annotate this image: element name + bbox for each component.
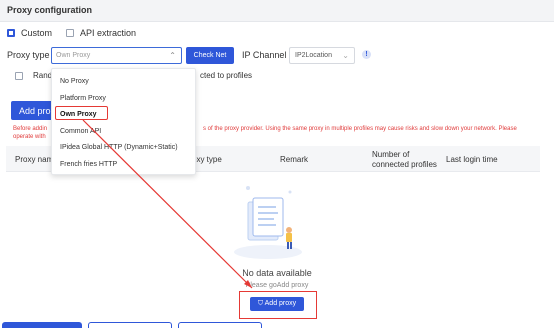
bottom-bar (0, 322, 554, 328)
random-checkbox[interactable] (15, 72, 23, 80)
empty-title: No data available (242, 268, 312, 278)
mode-selector: Custom API extraction (7, 27, 150, 39)
bottom-button-3[interactable] (178, 322, 262, 328)
highlight-add-proxy (239, 291, 317, 319)
chevron-down-icon: ⌄ (342, 51, 349, 60)
warning-line2: operate with (13, 134, 46, 140)
option-french-fries[interactable]: French fries HTTP (60, 161, 117, 168)
bottom-button-2[interactable] (88, 322, 172, 328)
custom-checkbox[interactable] (7, 29, 15, 37)
info-icon[interactable]: ! (362, 50, 371, 59)
ip-channel-value: IP2Location (295, 52, 332, 59)
random-label-start: Rand (33, 71, 53, 80)
option-ipidea-global[interactable]: IPidea Global HTTP (Dynamic+Static) (60, 144, 178, 151)
check-net-button[interactable]: Check Net (186, 47, 234, 64)
custom-option[interactable]: Custom (7, 28, 52, 38)
api-extraction-label: API extraction (80, 28, 137, 38)
option-common-api[interactable]: Common API (60, 128, 101, 135)
config-header: Proxy configuration (0, 0, 554, 22)
empty-hint: Please goAdd proxy (245, 282, 309, 289)
col-proxy-type: oxy type (192, 155, 222, 164)
bottom-button-1[interactable] (2, 322, 82, 328)
ip-channel-label: IP Channel (242, 50, 287, 60)
warning-line1-start: Before addin (13, 126, 48, 132)
proxy-type-select[interactable]: Own Proxy ⌃ (51, 47, 182, 64)
custom-label: Custom (21, 28, 53, 38)
random-label-end: cted to profiles (200, 71, 253, 80)
api-extraction-checkbox[interactable] (66, 29, 75, 37)
page-title: Proxy configuration (7, 5, 93, 15)
proxy-type-label: Proxy type (7, 50, 50, 60)
col-remark: Remark (280, 155, 309, 164)
highlight-own-proxy (55, 106, 108, 120)
api-extraction-option[interactable]: API extraction (66, 28, 136, 38)
chevron-up-icon: ⌃ (169, 51, 176, 60)
col-connected-1: Number of (372, 150, 410, 159)
option-platform-proxy[interactable]: Platform Proxy (60, 95, 106, 102)
col-connected-2: connected profiles (372, 160, 437, 169)
col-proxy-name: Proxy nam (15, 155, 54, 164)
ip-channel-select[interactable]: IP2Location ⌄ (289, 47, 355, 64)
proxy-type-value: Own Proxy (56, 52, 91, 59)
option-no-proxy[interactable]: No Proxy (60, 78, 89, 85)
col-last-login: Last login time (446, 155, 498, 164)
empty-state-illustration (234, 186, 302, 259)
proxy-type-dropdown: No Proxy Platform Proxy Own Proxy Common… (51, 68, 196, 175)
warning-line1-end: s of the proxy provider. Using the same … (203, 126, 517, 132)
